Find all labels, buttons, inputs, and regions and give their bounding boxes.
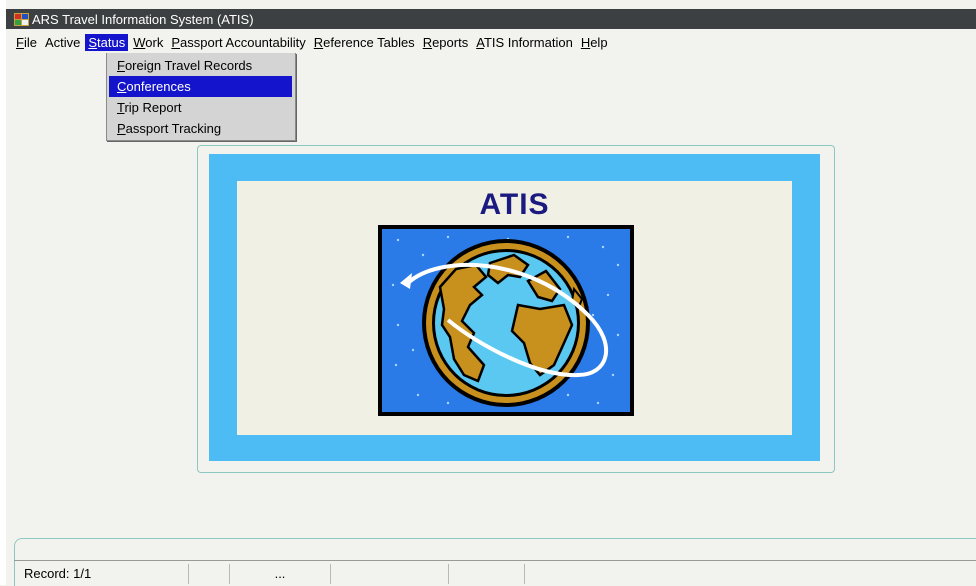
foreign-travel-mnemonic: F — [117, 58, 125, 73]
window-title: ARS Travel Information System (ATIS) — [32, 11, 254, 27]
menu-reports-mnemonic: R — [422, 34, 433, 50]
menu-reference-tables[interactable]: Reference Tables — [311, 34, 418, 51]
menu-bar: File Active Status Work Passport Account… — [6, 31, 976, 53]
menu-atis-mnemonic: A — [476, 34, 484, 50]
menu-active[interactable]: Active — [42, 34, 83, 51]
status-ellipsis: ... — [230, 563, 331, 584]
status-segment-5 — [449, 563, 525, 584]
menu-reports[interactable]: Reports — [420, 34, 472, 51]
menu-status[interactable]: Status — [85, 33, 129, 51]
menu-work[interactable]: Work — [130, 34, 166, 51]
menu-work-mnemonic: W — [133, 34, 146, 50]
conferences-mnemonic: C — [117, 79, 127, 94]
app-window-icon — [14, 12, 29, 26]
menu-passport-mnemonic: P — [171, 34, 181, 50]
menu-passport-accountability[interactable]: Passport Accountability — [168, 34, 308, 51]
status-bar: Record: 1/1 ... — [14, 560, 976, 586]
splash-title: ATIS — [479, 188, 550, 221]
menu-atis-information[interactable]: ATIS Information — [473, 34, 576, 51]
window-titlebar[interactable]: ARS Travel Information System (ATIS) — [6, 9, 976, 29]
passport-tracking-mnemonic: P — [117, 121, 126, 136]
menu-item-foreign-travel-records[interactable]: Foreign Travel Records — [109, 55, 292, 76]
menu-item-passport-tracking[interactable]: Passport Tracking — [109, 118, 292, 139]
left-edge — [0, 0, 6, 585]
menu-help[interactable]: Help — [578, 34, 611, 51]
menu-item-trip-report[interactable]: Trip Report — [109, 97, 292, 118]
status-menu-dropdown: Foreign Travel Records Conferences Trip … — [106, 53, 296, 141]
menu-item-conferences[interactable]: Conferences — [109, 76, 292, 97]
globe-icon — [378, 225, 634, 416]
status-segment-4 — [331, 563, 449, 584]
menu-file-mnemonic: F — [16, 34, 24, 50]
menu-help-mnemonic: H — [580, 34, 591, 50]
menu-status-mnemonic: S — [88, 34, 98, 50]
record-indicator: Record: 1/1 — [14, 563, 189, 584]
menu-reference-mnemonic: R — [313, 34, 324, 50]
menu-file[interactable]: File — [13, 34, 40, 51]
trip-report-mnemonic: T — [117, 100, 125, 115]
status-segment-2 — [189, 563, 230, 584]
